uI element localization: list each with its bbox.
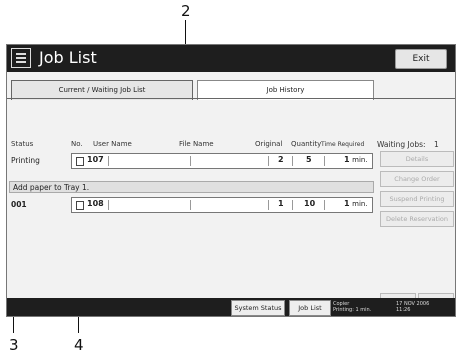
- mode-indicator: Copier Printing: 1 min.: [333, 301, 371, 313]
- column-original: Original: [255, 140, 283, 148]
- divider: [292, 200, 293, 210]
- callout-2: 2: [181, 2, 191, 20]
- job-status: 001: [11, 200, 27, 209]
- job-time-unit: min.: [352, 200, 368, 208]
- divider: [108, 200, 109, 210]
- time-display: 11:26: [396, 307, 411, 313]
- job-original: 2: [278, 155, 284, 164]
- job-list-button[interactable]: Job List: [289, 300, 331, 316]
- job-time-unit: min.: [352, 156, 368, 164]
- divider: [190, 156, 191, 166]
- column-no: No.: [71, 140, 83, 148]
- job-time-value: 1: [344, 199, 350, 208]
- mode-line-2: Printing: 1 min.: [333, 307, 372, 313]
- divider: [268, 200, 269, 210]
- column-quantity: Quantity: [291, 140, 322, 148]
- divider: [292, 156, 293, 166]
- job-list-screen: Job List Exit Current / Waiting Job List…: [6, 44, 456, 317]
- divider: [324, 156, 325, 166]
- callout-3: 3: [9, 336, 19, 354]
- job-time-value: 1: [344, 155, 350, 164]
- status-bar: System Status Job List Copier Printing: …: [7, 298, 455, 316]
- job-original: 1: [278, 199, 284, 208]
- job-quantity: 10: [304, 199, 316, 208]
- tab-divider: [7, 98, 455, 99]
- job-list-icon: [11, 48, 31, 68]
- divider: [108, 156, 109, 166]
- waiting-jobs: Waiting Jobs: 1: [377, 140, 439, 149]
- table-row[interactable]: Printing 107 2 5 1 min.: [7, 153, 377, 169]
- system-status-button[interactable]: System Status: [231, 300, 285, 316]
- job-number: 108: [87, 199, 104, 208]
- column-status: Status: [11, 140, 34, 148]
- callout-4: 4: [74, 336, 84, 354]
- title-bar: Job List Exit: [7, 45, 455, 72]
- change-order-button[interactable]: Change Order: [380, 171, 454, 187]
- column-user: User Name: [93, 140, 132, 148]
- waiting-jobs-count: 1: [433, 140, 439, 149]
- job-number: 107: [87, 155, 104, 164]
- divider: [324, 200, 325, 210]
- document-icon: [76, 157, 84, 166]
- tab-job-history[interactable]: Job History: [197, 80, 374, 100]
- clock: 17 NOV 2006 11:26: [396, 301, 429, 313]
- delete-reservation-button[interactable]: Delete Reservation: [380, 211, 454, 227]
- document-icon: [76, 201, 84, 210]
- suspend-printing-button[interactable]: Suspend Printing: [380, 191, 454, 207]
- job-quantity: 5: [306, 155, 312, 164]
- column-file: File Name: [179, 140, 214, 148]
- tab-bar: Current / Waiting Job List Job History: [7, 76, 455, 100]
- job-time: 1 min.: [344, 199, 368, 208]
- table-row[interactable]: 001 108 1 10 1 min.: [7, 197, 377, 213]
- job-cells: 107 2 5 1 min.: [71, 153, 373, 169]
- column-time: Time Required: [321, 141, 365, 148]
- waiting-jobs-label: Waiting Jobs:: [377, 140, 426, 149]
- status-message: Add paper to Tray 1.: [9, 181, 374, 193]
- exit-button[interactable]: Exit: [395, 49, 447, 69]
- details-button[interactable]: Details: [380, 151, 454, 167]
- page-title: Job List: [39, 48, 97, 67]
- job-time: 1 min.: [344, 155, 368, 164]
- divider: [268, 156, 269, 166]
- tab-current-waiting[interactable]: Current / Waiting Job List: [11, 80, 193, 100]
- divider: [190, 200, 191, 210]
- job-status: Printing: [11, 156, 40, 165]
- job-cells: 108 1 10 1 min.: [71, 197, 373, 213]
